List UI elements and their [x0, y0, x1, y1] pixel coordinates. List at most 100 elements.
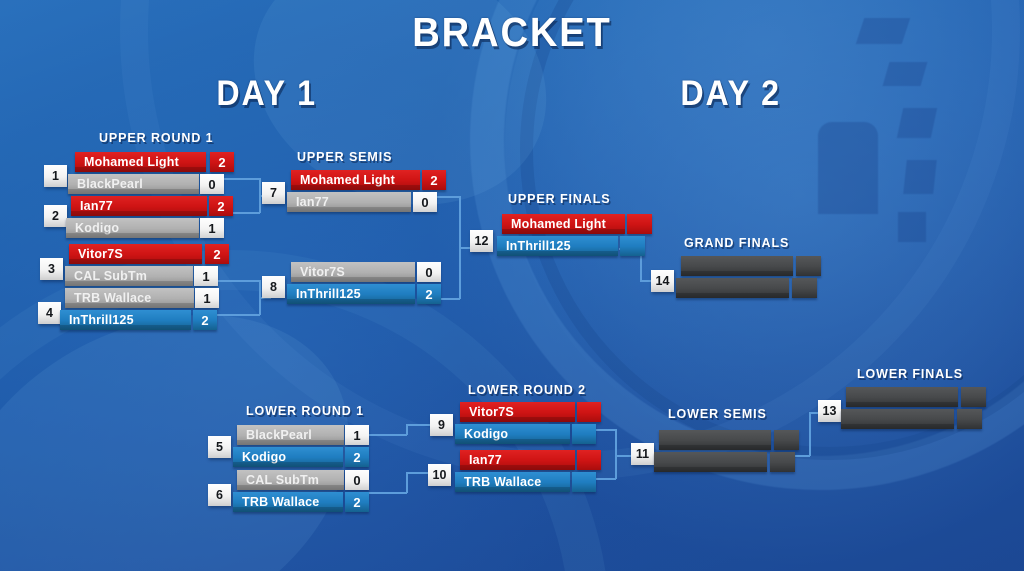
round-label-lower-finals: LOWER FINALS	[857, 367, 963, 381]
match-6-top-team: CAL SubTm	[237, 470, 344, 490]
day-2-heading: DAY 2	[680, 74, 781, 113]
match-8-seat-top[interactable]: Vitor7S 0	[291, 262, 441, 282]
connector-m11-rise	[809, 412, 811, 456]
match-7-bottom-team: Ian77	[287, 192, 411, 212]
connector-m4-out	[213, 314, 260, 316]
bracket-stage: BRACKET DAY 1 DAY 2 UPPER ROUND 1 UPPER …	[0, 0, 1024, 571]
match-4-seat-top[interactable]: TRB Wallace 1	[65, 288, 219, 308]
match-2-seat-bottom[interactable]: Kodigo 1	[66, 218, 224, 238]
match-3-seat-top[interactable]: Vitor7S 2	[69, 244, 229, 264]
match-2-top-score: 2	[209, 196, 233, 216]
background-shard-4	[903, 160, 937, 194]
match-10-number: 10	[428, 464, 451, 486]
match-14-top-team	[681, 256, 793, 276]
match-4-top-score: 1	[195, 288, 219, 308]
background-shard-3	[896, 108, 938, 138]
round-label-upper-round-1: UPPER ROUND 1	[99, 131, 214, 145]
match-8-seat-bottom[interactable]: InThrill125 2	[287, 284, 441, 304]
match-3-bottom-team: CAL SubTm	[65, 266, 193, 286]
match-13-top-score	[961, 387, 986, 407]
match-3-top-score: 2	[205, 244, 229, 264]
match-9-bottom-team: Kodigo	[455, 424, 570, 444]
match-2-top-team: Ian77	[71, 196, 207, 216]
match-1-seat-bottom[interactable]: BlackPearl 0	[68, 174, 224, 194]
connector-m9m10-join	[615, 429, 617, 479]
connector-to-m13	[809, 412, 818, 414]
match-3-number: 3	[40, 258, 63, 280]
match-1-seat-top[interactable]: Mohamed Light 2	[75, 152, 234, 172]
match-13-bottom-team	[841, 409, 954, 429]
round-label-upper-finals: UPPER FINALS	[508, 192, 611, 206]
match-1-number: 1	[44, 165, 67, 187]
match-7-top-score: 2	[422, 170, 446, 190]
match-5-top-team: BlackPearl	[237, 425, 344, 445]
match-7-bottom-score: 0	[413, 192, 437, 212]
match-7-number: 7	[262, 182, 285, 204]
day-1-heading: DAY 1	[216, 74, 317, 113]
connector-m5-rise	[406, 424, 408, 435]
match-11-seat-bottom[interactable]	[654, 452, 795, 472]
match-13-seat-bottom[interactable]	[841, 409, 982, 429]
match-12-bottom-team: InThrill125	[497, 236, 618, 256]
match-14-seat-top[interactable]	[681, 256, 821, 276]
match-9-number: 9	[430, 414, 453, 436]
match-7-seat-bottom[interactable]: Ian77 0	[287, 192, 437, 212]
match-13-number: 13	[818, 400, 841, 422]
match-3-seat-bottom[interactable]: CAL SubTm 1	[65, 266, 218, 286]
match-6-seat-bottom[interactable]: TRB Wallace 2	[233, 492, 369, 512]
match-13-seat-top[interactable]	[846, 387, 986, 407]
match-6-top-score: 0	[345, 470, 369, 490]
match-12-top-score	[627, 214, 652, 234]
round-label-grand-finals: GRAND FINALS	[684, 236, 790, 250]
match-9-bottom-score	[572, 424, 596, 444]
match-8-number: 8	[262, 276, 285, 298]
match-5-top-score: 1	[345, 425, 369, 445]
match-6-bottom-team: TRB Wallace	[233, 492, 343, 512]
match-5-bottom-team: Kodigo	[233, 447, 343, 467]
match-1-bottom-score: 0	[200, 174, 224, 194]
match-12-seat-bottom[interactable]: InThrill125	[497, 236, 645, 256]
connector-to-m9	[406, 424, 430, 426]
match-2-number: 2	[44, 205, 67, 227]
match-10-bottom-team: TRB Wallace	[455, 472, 570, 492]
match-12-seat-top[interactable]: Mohamed Light	[502, 214, 652, 234]
match-8-bottom-score: 2	[417, 284, 441, 304]
match-4-bottom-team: InThrill125	[60, 310, 191, 330]
match-3-top-team: Vitor7S	[69, 244, 202, 264]
match-9-seat-top[interactable]: Vitor7S	[460, 402, 601, 422]
match-1-bottom-team: BlackPearl	[68, 174, 199, 194]
match-14-number: 14	[651, 270, 674, 292]
background-shard-2	[882, 62, 928, 86]
match-5-seat-top[interactable]: BlackPearl 1	[237, 425, 369, 445]
match-11-bottom-score	[770, 452, 795, 472]
round-label-lower-semis: LOWER SEMIS	[668, 407, 767, 421]
connector-m5-out	[363, 434, 407, 436]
background-shard-6	[818, 122, 878, 214]
match-14-seat-bottom[interactable]	[676, 278, 817, 298]
match-6-seat-top[interactable]: CAL SubTm 0	[237, 470, 369, 490]
match-7-top-team: Mohamed Light	[291, 170, 420, 190]
match-5-number: 5	[208, 436, 231, 458]
match-12-number: 12	[470, 230, 493, 252]
match-11-seat-top[interactable]	[659, 430, 799, 450]
match-10-seat-bottom[interactable]: TRB Wallace	[455, 472, 596, 492]
match-4-bottom-score: 2	[193, 310, 217, 330]
match-9-top-team: Vitor7S	[460, 402, 575, 422]
match-4-seat-bottom[interactable]: InThrill125 2	[60, 310, 217, 330]
match-5-bottom-score: 2	[345, 447, 369, 467]
match-10-seat-top[interactable]: Ian77	[460, 450, 601, 470]
page-title: BRACKET	[412, 9, 612, 55]
match-13-top-team	[846, 387, 958, 407]
match-10-top-score	[577, 450, 601, 470]
round-label-upper-semis: UPPER SEMIS	[297, 150, 393, 164]
match-1-top-score: 2	[210, 152, 234, 172]
match-7-seat-top[interactable]: Mohamed Light 2	[291, 170, 446, 190]
background-shard-5	[898, 212, 926, 242]
match-12-top-team: Mohamed Light	[502, 214, 625, 234]
round-label-lower-round-1: LOWER ROUND 1	[246, 404, 364, 418]
match-2-seat-top[interactable]: Ian77 2	[71, 196, 233, 216]
match-5-seat-bottom[interactable]: Kodigo 2	[233, 447, 369, 467]
connector-m6-rise	[406, 472, 408, 493]
match-6-bottom-score: 2	[345, 492, 369, 512]
match-9-seat-bottom[interactable]: Kodigo	[455, 424, 596, 444]
